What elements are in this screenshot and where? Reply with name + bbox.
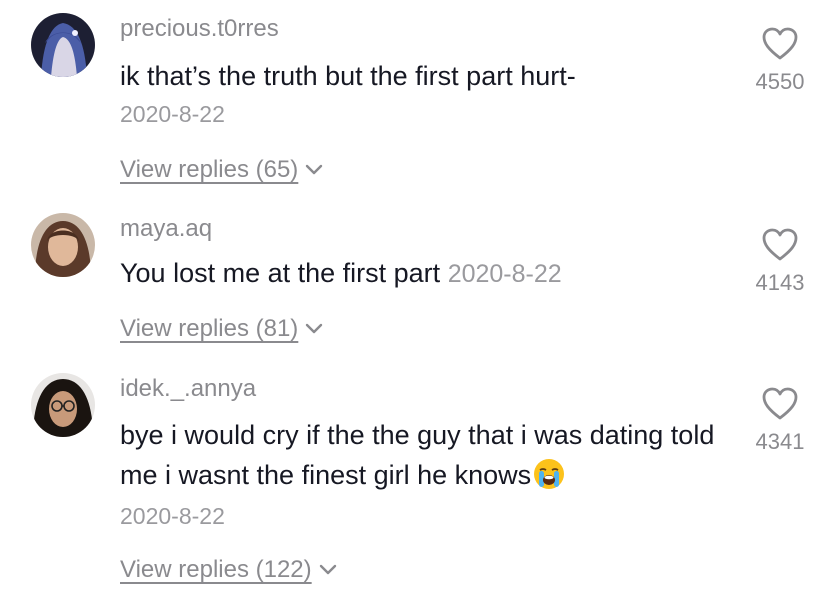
chevron-down-icon [319,564,336,575]
comment-body: bye i would cry if the the guy that i wa… [120,420,715,490]
like-count: 4341 [755,429,805,454]
comment-body: You lost me at the first part [120,258,441,288]
heart-icon [762,228,798,261]
like-button[interactable]: 4550 [745,27,815,95]
comment-text: ik that’s the truth but the first part h… [120,56,720,96]
heart-icon [762,387,798,420]
comment-username[interactable]: idek._.annya [120,375,256,403]
view-replies-link[interactable]: View replies (81) [120,315,324,343]
comment-username[interactable]: precious.t0rres [120,15,279,43]
view-replies-label: View replies (81) [120,315,299,342]
chevron-down-icon [306,323,323,334]
comment-date: 2020-8-22 [120,503,225,529]
view-replies-label: View replies (122) [120,556,312,583]
crying-face-emoji-icon [534,459,565,489]
avatar[interactable] [31,373,95,437]
like-button[interactable]: 4143 [745,228,815,296]
comment-date: 2020-8-22 [120,101,225,127]
comment-username[interactable]: maya.aq [120,215,212,243]
comment-date: 2020-8-22 [447,260,562,288]
avatar[interactable] [31,213,95,277]
comment-text: You lost me at the first part 2020-8-22 [120,253,720,294]
heart-icon [762,27,798,60]
like-button[interactable]: 4341 [745,387,815,455]
view-replies-label: View replies (65) [120,156,299,183]
comment-body: ik that’s the truth but the first part h… [120,61,576,91]
chevron-down-icon [306,164,323,175]
comment-text: bye i would cry if the the guy that i wa… [120,415,720,495]
avatar[interactable] [31,13,95,77]
like-count: 4143 [755,270,805,295]
view-replies-link[interactable]: View replies (122) [120,556,338,584]
like-count: 4550 [755,69,805,94]
view-replies-link[interactable]: View replies (65) [120,156,324,184]
